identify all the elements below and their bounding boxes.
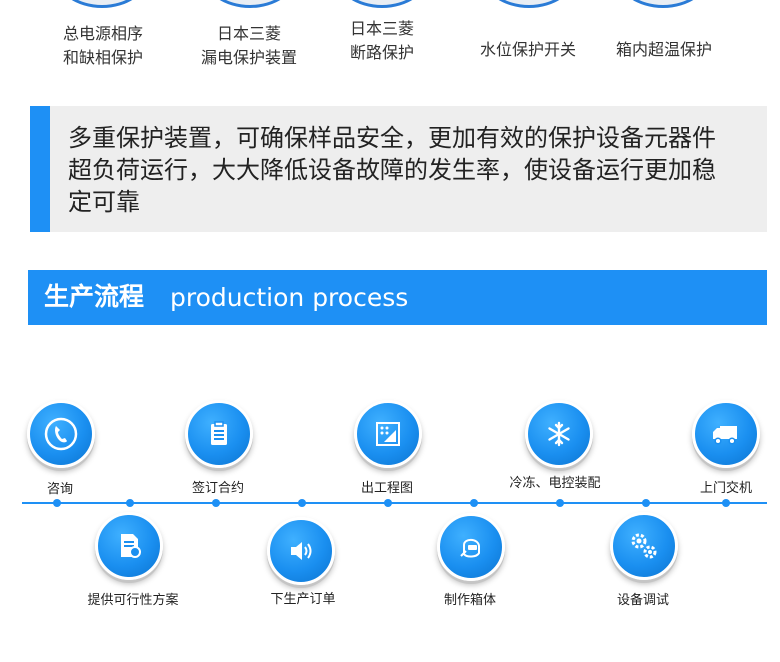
protection-label-3: 日本三菱 断路保护 <box>349 19 414 62</box>
note-text: 多重保护装置，可确保样品安全，更加有效的保护设备元器件 超负荷运行，大大降低设备… <box>68 124 716 216</box>
protection-image-1 <box>55 0 149 8</box>
section-title-cn: 生产流程 <box>44 282 145 311</box>
step-consult <box>27 400 95 468</box>
welding-mask-icon <box>460 538 480 558</box>
timeline-dot <box>298 499 306 507</box>
protection-label-2: 日本三菱 漏电保护装置 <box>200 24 297 67</box>
step-commissioning <box>610 512 678 580</box>
protection-label-1: 总电源相序 和缺相保护 <box>62 24 143 67</box>
document-icon <box>121 534 141 558</box>
step-label-drawings: 出工程图 <box>360 481 413 496</box>
step-feasibility <box>95 512 163 580</box>
step-production-order <box>267 517 335 585</box>
section-title-en: production process <box>170 283 409 312</box>
phone-icon <box>44 417 78 451</box>
protection-image-5 <box>616 0 710 8</box>
step-drawings <box>354 400 422 468</box>
step-label-feasibility: 提供可行性方案 <box>87 593 179 608</box>
step-label-commissioning: 设备调试 <box>616 593 669 608</box>
step-assembly <box>525 400 593 468</box>
note-accent-bar <box>30 106 50 232</box>
timeline-dot <box>53 499 61 507</box>
protection-note-panel: 多重保护装置，可确保样品安全，更加有效的保护设备元器件 超负荷运行，大大降低设备… <box>30 106 767 232</box>
protection-label-5: 箱内超温保护 <box>615 40 712 59</box>
timeline-dot <box>722 499 730 507</box>
step-label-assembly: 冷冻、电控装配 <box>509 476 601 491</box>
snowflake-icon <box>548 421 570 447</box>
gears-icon <box>631 533 657 559</box>
protection-image-2 <box>203 0 297 8</box>
step-label-production-order: 下生产订单 <box>270 592 336 607</box>
step-contract <box>185 400 253 468</box>
step-label-contract: 签订合约 <box>191 481 244 496</box>
timeline-dot <box>642 499 650 507</box>
timeline-dot <box>556 499 564 507</box>
timeline-dot <box>470 499 478 507</box>
step-delivery <box>692 400 760 468</box>
protection-image-4 <box>482 0 576 8</box>
timeline-dot <box>384 499 392 507</box>
truck-icon <box>713 426 737 445</box>
speaker-icon <box>291 542 312 560</box>
step-label-consult: 咨询 <box>46 482 73 497</box>
protection-image-3 <box>335 0 429 8</box>
clipboard-icon <box>211 421 227 445</box>
blueprint-icon <box>376 422 400 446</box>
step-cabinet <box>437 513 505 581</box>
step-label-cabinet: 制作箱体 <box>443 593 496 608</box>
timeline-dot <box>126 499 134 507</box>
timeline-dot <box>212 499 220 507</box>
protection-label-4: 水位保护开关 <box>479 40 576 59</box>
section-header: 生产流程 production process <box>28 270 767 325</box>
step-label-delivery: 上门交机 <box>699 481 752 496</box>
